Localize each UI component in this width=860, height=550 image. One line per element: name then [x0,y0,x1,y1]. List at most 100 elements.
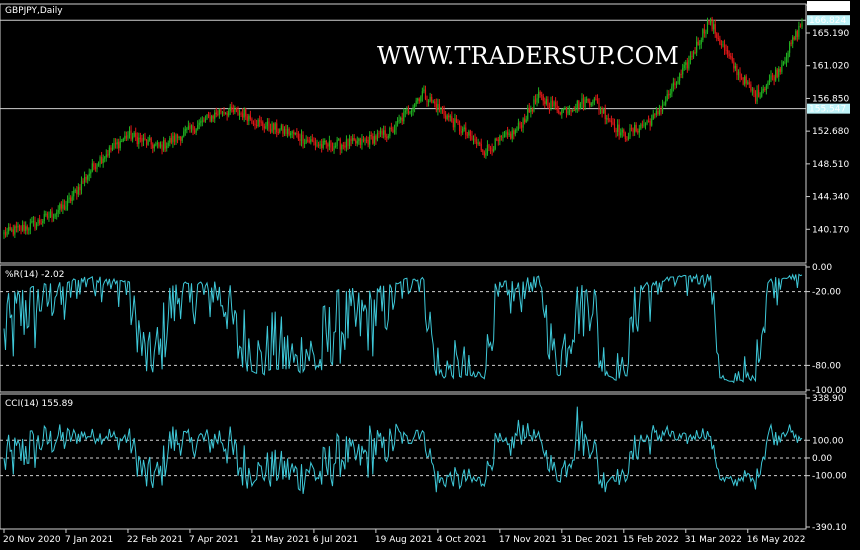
candle-body [437,104,439,111]
candle-body [364,139,366,141]
candle-body [517,122,520,130]
candle-body [274,123,276,130]
candle-body [373,136,375,144]
candle-body [74,190,76,192]
candle-body [255,125,258,127]
candle-body [795,31,797,40]
candle-body [314,141,317,146]
candle-body [764,88,766,91]
candle-body [708,20,710,23]
candle-body [378,133,380,135]
candle-body [217,114,219,116]
candle-body [483,151,485,156]
candle-body [172,135,174,143]
candle-body [79,186,81,191]
indicator-tick-label: -80.00 [812,361,841,371]
candle-body [541,94,543,96]
candle-body [23,224,25,232]
price-tick-label: 156.850 [812,94,849,104]
candle-body [152,144,154,149]
candle-body [595,98,597,100]
candle-body [643,124,645,126]
candle-body [285,128,287,135]
candle-body [266,121,269,127]
candle-body [42,221,44,224]
candle-body [739,71,741,78]
candle-body [406,109,408,111]
candle-body [568,110,571,112]
candle-body [62,204,64,209]
candle-body [454,118,456,128]
candle-body [369,134,371,145]
candle-body [223,112,225,114]
candle-body [723,44,726,50]
candle-body [283,128,286,134]
candle-body [288,128,290,136]
candle-body [319,144,321,146]
symbol-title: GBPJPY,Daily [5,6,63,16]
candle-body [502,136,504,138]
candle-body [503,134,506,137]
candle-body [678,73,681,81]
candle-body [661,104,664,112]
candle-body [781,65,783,72]
candle-body [601,108,603,114]
candle-body [90,171,92,174]
candle-body [561,109,563,115]
candle-body [113,143,115,148]
candle-body [310,139,312,143]
candle-body [396,120,399,122]
candle-body [383,130,385,135]
candle-body [308,140,310,143]
price-tick-label: 152.680 [812,127,849,137]
candle-body [249,115,251,120]
candle-body [462,128,464,133]
candle-body [705,32,707,34]
candle-body [150,138,152,145]
candle-body [773,76,775,81]
candle-body [39,219,41,223]
candle-body [136,136,138,145]
candle-body [350,138,352,142]
candle-body [88,173,90,177]
candle-body [85,176,87,180]
candle-body [316,144,318,146]
candle-body [460,130,462,133]
candle-body [122,138,124,141]
candle-body [367,139,369,145]
candle-body [234,108,236,113]
candle-body [167,142,169,146]
candle-body [110,147,112,150]
candle-body [299,138,301,142]
candle-body [87,176,89,180]
candle-body [254,123,256,126]
candle-body [307,139,309,141]
candle-body [3,232,5,235]
candle-body [330,141,332,148]
candle-body [573,109,575,111]
candle-body [706,20,709,33]
candle-body [432,101,434,103]
candle-body [34,221,36,229]
candle-body [169,138,171,143]
candle-body [702,29,704,40]
candle-body [426,98,428,103]
candle-body [395,121,397,130]
candle-body [519,122,521,126]
candle-body [398,119,400,121]
candle-body [66,199,69,207]
candle-body [657,111,659,115]
candle-body [613,124,616,130]
candle-body [325,140,327,145]
candle-body [740,77,743,79]
candle-body [209,116,211,122]
candle-body [751,89,754,91]
candle-body [211,115,213,122]
level-price-label: 155.547 [809,105,846,115]
candle-body [48,216,50,218]
candle-body [493,149,495,152]
candle-body [215,112,217,115]
indicator-tick-label: -20.00 [812,288,841,298]
candle-body [753,89,755,94]
candle-body [28,229,30,231]
